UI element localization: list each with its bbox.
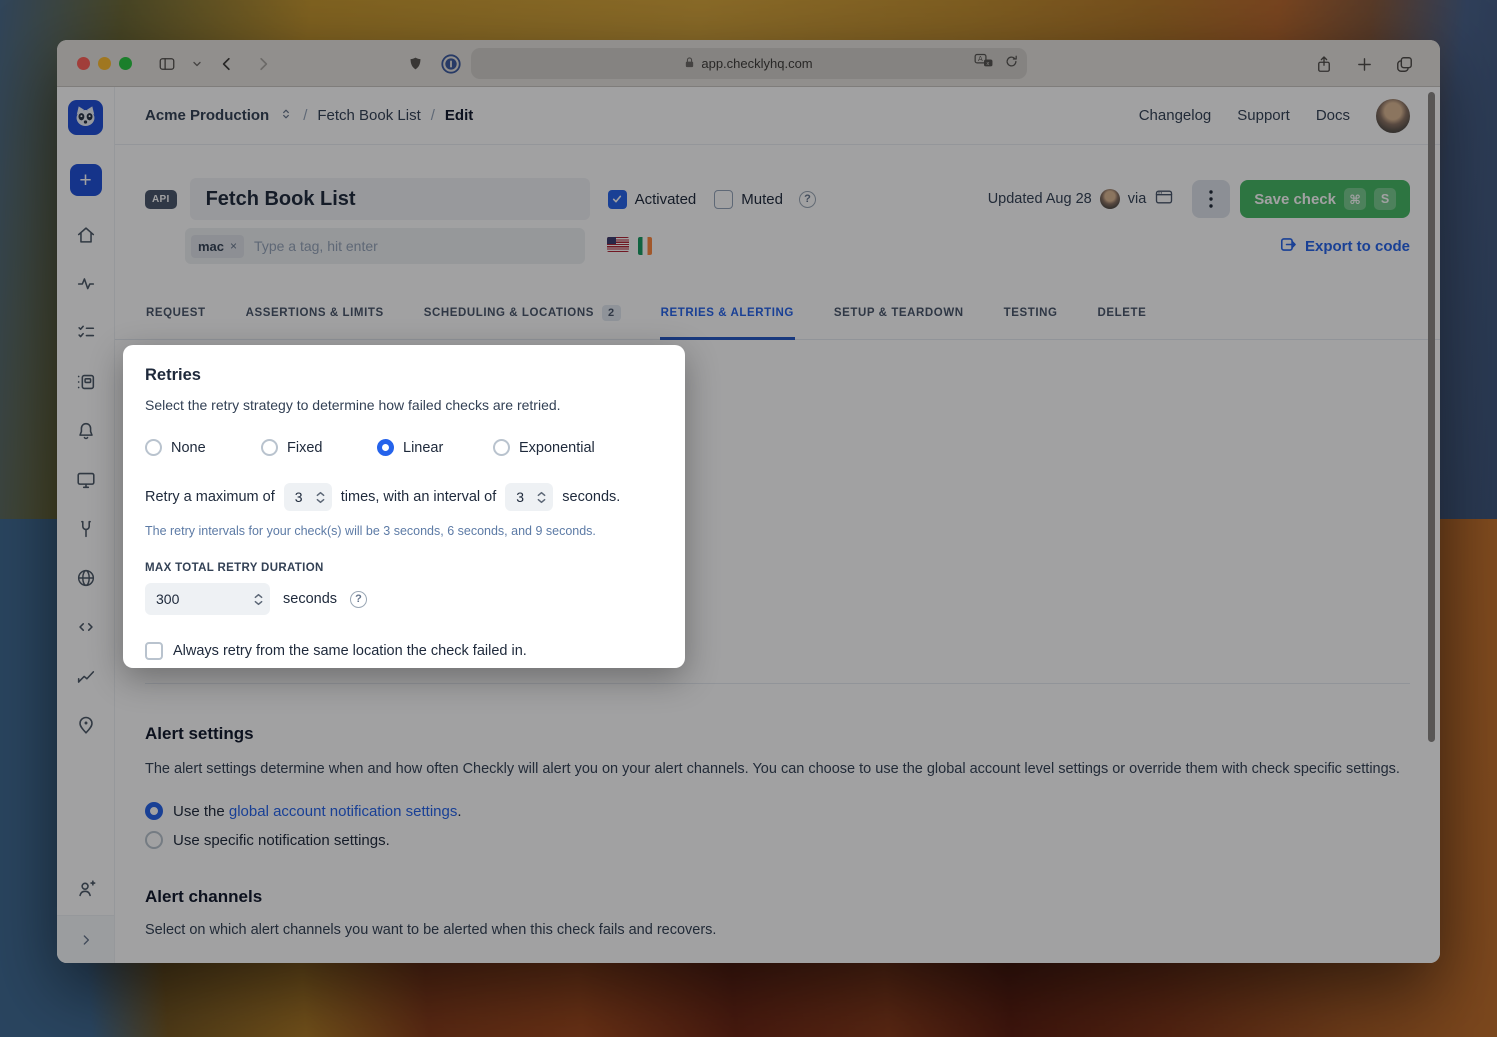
- stepper-arrows-icon[interactable]: [254, 593, 263, 606]
- linear-radio[interactable]: [377, 439, 394, 456]
- retry-strategy-options: None Fixed Linear Exponential: [145, 439, 663, 456]
- max-duration-stepper[interactable]: 300: [145, 583, 270, 615]
- retries-description: Select the retry strategy to determine h…: [145, 397, 663, 413]
- stepper-arrows-icon[interactable]: [537, 491, 546, 504]
- stepper-arrows-icon[interactable]: [316, 491, 325, 504]
- max-retries-stepper[interactable]: 3: [284, 483, 332, 511]
- retry-option-linear[interactable]: Linear: [377, 439, 493, 456]
- max-duration-unit: seconds: [283, 591, 337, 607]
- exponential-radio[interactable]: [493, 439, 510, 456]
- retries-panel: Retries Select the retry strategy to det…: [123, 345, 685, 668]
- fixed-radio[interactable]: [261, 439, 278, 456]
- retry-option-exponential[interactable]: Exponential: [493, 439, 609, 456]
- max-duration-label: MAX TOTAL RETRY DURATION: [145, 562, 663, 574]
- retry-intervals-helper: The retry intervals for your check(s) wi…: [145, 524, 663, 538]
- retry-config-sentence: Retry a maximum of 3 times, with an inte…: [145, 483, 663, 511]
- none-radio[interactable]: [145, 439, 162, 456]
- retry-option-none[interactable]: None: [145, 439, 261, 456]
- retries-title: Retries: [145, 366, 663, 385]
- max-duration-help-icon[interactable]: ?: [350, 591, 367, 608]
- same-location-checkbox[interactable]: [145, 642, 163, 660]
- retry-option-fixed[interactable]: Fixed: [261, 439, 377, 456]
- same-location-label: Always retry from the same location the …: [173, 643, 527, 659]
- same-location-checkbox-row[interactable]: Always retry from the same location the …: [145, 642, 663, 660]
- interval-stepper[interactable]: 3: [505, 483, 553, 511]
